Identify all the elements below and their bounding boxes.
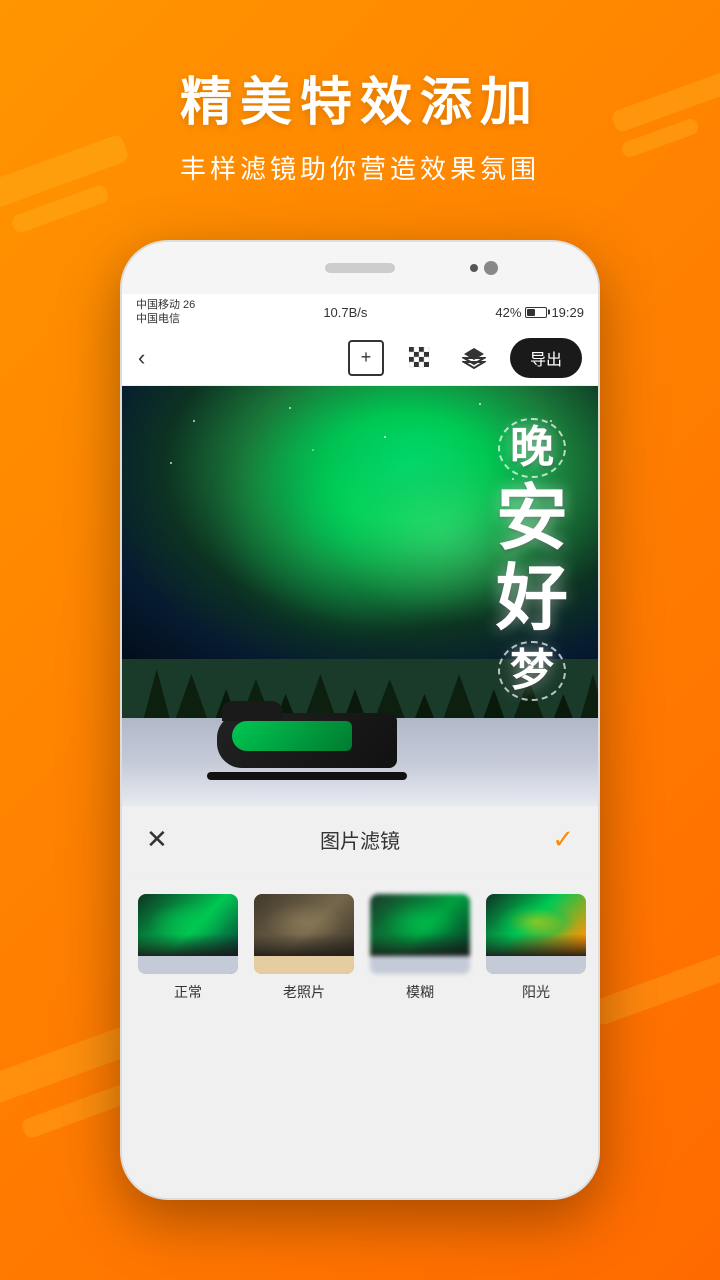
- back-button[interactable]: ‹: [138, 345, 145, 371]
- checkerboard-button[interactable]: [402, 340, 438, 376]
- status-bar: 中国移动 26 中国电信 10.7B/s 42% 19:29: [122, 294, 598, 330]
- overlay-char-1: 晚: [498, 418, 566, 478]
- layers-icon: [462, 346, 486, 370]
- carrier1-label: 中国移动 26: [136, 298, 195, 312]
- overlay-char-4: 梦: [498, 641, 566, 701]
- camera-lens: [484, 261, 498, 275]
- editor-toolbar: ‹ +: [122, 330, 598, 386]
- filter-item-sun[interactable]: 阳光: [486, 894, 586, 1002]
- export-button[interactable]: 导出: [510, 338, 582, 378]
- front-camera: [470, 264, 478, 272]
- carrier2-label: 中国电信: [136, 312, 195, 326]
- filter-thumb-old: [254, 894, 354, 974]
- add-element-button[interactable]: +: [348, 340, 384, 376]
- image-text-overlay[interactable]: 晚 安 好 梦: [496, 416, 568, 703]
- filter-thumb-normal: [138, 894, 238, 974]
- filter-list: 正常 老照片: [122, 874, 598, 1022]
- phone-top-hardware: [122, 242, 598, 294]
- promo-text-area: 精美特效添加 丰样滤镜助你营造效果氛围: [0, 60, 720, 186]
- filter-label-blur: 模糊: [406, 982, 434, 1002]
- filter-header: ✕ 图片滤镜 ✓: [122, 806, 598, 874]
- time-display: 19:29: [551, 305, 584, 320]
- checkerboard-icon: [409, 347, 431, 369]
- promo-title: 精美特效添加: [0, 60, 720, 135]
- promo-subtitle: 丰样滤镜助你营造效果氛围: [0, 149, 720, 186]
- image-canvas[interactable]: 晚 安 好 梦: [122, 386, 598, 806]
- filter-confirm-button[interactable]: ✓: [552, 824, 574, 855]
- status-right-area: 42% 19:29: [495, 305, 584, 320]
- filter-close-button[interactable]: ✕: [146, 824, 168, 855]
- snowmobile: [217, 713, 407, 780]
- add-icon: +: [361, 347, 372, 368]
- battery-fill: [527, 309, 535, 316]
- filter-panel: ✕ 图片滤镜 ✓ 正常: [122, 806, 598, 1200]
- filter-thumb-blur: [370, 894, 470, 974]
- filter-label-old: 老照片: [283, 982, 325, 1002]
- battery-icon: [525, 307, 547, 318]
- layers-button[interactable]: [456, 340, 492, 376]
- phone-mockup: 中国移动 26 中国电信 10.7B/s 42% 19:29 ‹ +: [120, 240, 600, 1200]
- carrier-info: 中国移动 26 中国电信: [136, 298, 195, 327]
- network-speed: 10.7B/s: [323, 305, 367, 320]
- filter-title: 图片滤镜: [320, 825, 400, 854]
- battery-percent: 42%: [495, 305, 521, 320]
- overlay-char-3: 好: [496, 560, 568, 639]
- filter-item-normal[interactable]: 正常: [138, 894, 238, 1002]
- filter-label-normal: 正常: [174, 982, 202, 1002]
- filter-thumb-sun: [486, 894, 586, 974]
- filter-label-sun: 阳光: [522, 982, 550, 1002]
- filter-item-old[interactable]: 老照片: [254, 894, 354, 1002]
- speaker-grill: [325, 263, 395, 273]
- overlay-char-2: 安: [496, 480, 568, 559]
- filter-item-blur[interactable]: 模糊: [370, 894, 470, 1002]
